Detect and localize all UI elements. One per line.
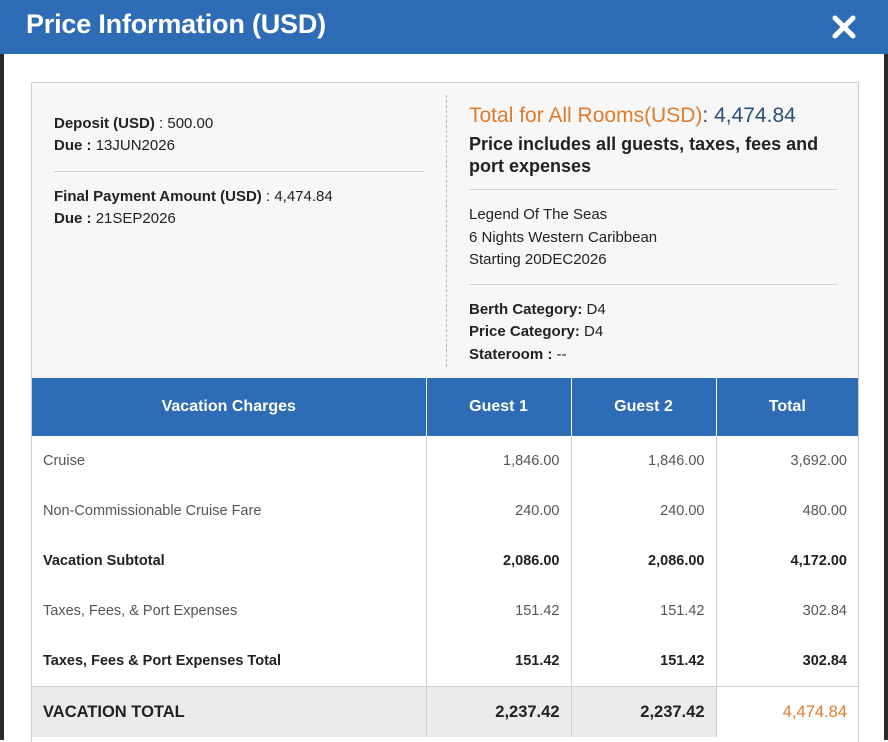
total-all-rooms-label: Total for All Rooms(USD)	[469, 104, 703, 127]
stateroom-value: --	[556, 345, 567, 363]
close-icon	[832, 15, 856, 39]
row-description: Non-Commissionable Cruise Fare	[32, 486, 427, 536]
stateroom-label: Stateroom :	[469, 345, 553, 363]
deposit-label: Deposit (USD)	[54, 115, 155, 132]
row-guest-1: 1,846.00	[426, 436, 572, 486]
table-row-subtotal: Vacation Subtotal 2,086.00 2,086.00 4,17…	[32, 536, 858, 586]
table-row: Taxes, Fees, & Port Expenses 151.42 151.…	[32, 586, 858, 636]
trip-divider-1	[469, 189, 837, 190]
sail-date: Starting 20DEC2026	[469, 251, 607, 268]
final-payment-label: Final Payment Amount (USD)	[54, 188, 262, 205]
table-row-vacation-total: VACATION TOTAL 2,237.42 2,237.42 4,474.8…	[32, 686, 858, 737]
table-row-taxes-total: Taxes, Fees & Port Expenses Total 151.42…	[32, 636, 858, 687]
final-due-value: 21SEP2026	[95, 210, 176, 227]
row-guest-2: 240.00	[571, 486, 717, 536]
row-description: Cruise	[32, 436, 427, 486]
trip-divider-2	[469, 283, 837, 285]
grand-total: 4,474.84	[716, 686, 858, 737]
category-details: Berth Category: D4 Price Category: D4 St…	[469, 299, 839, 367]
table-row: Non-Commissionable Cruise Fare 240.00 24…	[32, 486, 858, 536]
dialog-edge-left	[0, 54, 4, 740]
grand-guest-1: 2,237.42	[426, 686, 572, 737]
row-guest-1: 240.00	[426, 486, 572, 536]
ship-name: Legend Of The Seas	[469, 206, 608, 223]
row-total: 302.84	[716, 636, 858, 687]
row-guest-2: 2,086.00	[571, 536, 717, 586]
final-payment-line: Final Payment Amount (USD) : 4,474.84	[54, 188, 333, 205]
dialog-title: Price Information (USD)	[26, 9, 326, 39]
summary-vertical-divider	[446, 95, 447, 367]
row-guest-2: 151.42	[571, 636, 717, 687]
row-description: Taxes, Fees, & Port Expenses	[32, 586, 427, 636]
row-description: Vacation Subtotal	[32, 536, 427, 586]
grand-guest-2: 2,237.42	[571, 686, 717, 737]
price-category-label: Price Category:	[469, 323, 580, 340]
final-due-label: Due	[54, 210, 83, 227]
itinerary-name: 6 Nights Western Caribbean	[469, 228, 658, 246]
price-category-value: D4	[584, 323, 604, 340]
row-guest-1: 151.42	[426, 586, 572, 636]
dialog-header: Price Information (USD)	[0, 0, 888, 54]
berth-category-value: D4	[586, 300, 606, 318]
col-header-vacation-charges: Vacation Charges	[32, 378, 427, 436]
final-payment-value: 4,474.84	[274, 188, 333, 205]
stateroom: Stateroom : --	[469, 344, 839, 367]
berth-category: Berth Category: D4	[469, 299, 839, 322]
final-due-line: Due : 21SEP2026	[54, 210, 176, 227]
row-guest-2: 151.42	[571, 586, 717, 636]
cruise-details: Legend Of The Seas 6 Nights Western Cari…	[469, 204, 839, 272]
total-all-rooms: Total for All Rooms(USD): 4,474.84	[469, 104, 796, 127]
row-description: Taxes, Fees & Port Expenses Total	[32, 636, 427, 687]
row-total: 3,692.00	[716, 436, 858, 486]
row-guest-2: 1,846.00	[571, 436, 717, 486]
price-category: Price Category: D4	[469, 321, 839, 344]
price-summary: Deposit (USD) : 500.00 Due : 13JUN2026 F…	[32, 83, 858, 378]
grand-description: VACATION TOTAL	[32, 686, 427, 737]
row-guest-1: 2,086.00	[426, 536, 572, 586]
payment-divider	[54, 171, 424, 172]
deposit-line: Deposit (USD) : 500.00	[54, 113, 424, 135]
deposit-due-label: Due	[54, 137, 83, 154]
row-total: 4,172.00	[716, 536, 858, 586]
deposit-due-value: 13JUN2026	[95, 137, 175, 154]
col-header-guest-2: Guest 2	[571, 378, 717, 436]
total-all-rooms-value: 4,474.84	[714, 104, 796, 127]
row-total: 480.00	[716, 486, 858, 536]
deposit-due-line: Due : 13JUN2026	[54, 137, 175, 154]
trip-summary: Total for All Rooms(USD): 4,474.84 Price…	[469, 101, 839, 366]
row-guest-1: 151.42	[426, 636, 572, 687]
dialog-edge-right	[884, 54, 888, 740]
row-total: 302.84	[716, 586, 858, 636]
table-header-row: Vacation Charges Guest 1 Guest 2 Total	[32, 378, 858, 436]
price-panel: Deposit (USD) : 500.00 Due : 13JUN2026 F…	[31, 82, 859, 742]
deposit-value: 500.00	[167, 115, 214, 132]
close-button[interactable]	[830, 13, 858, 41]
table-row: Cruise 1,846.00 1,846.00 3,692.00	[32, 436, 858, 486]
col-header-guest-1: Guest 1	[426, 378, 572, 436]
vacation-charges-table: Vacation Charges Guest 1 Guest 2 Total C…	[32, 378, 858, 737]
price-includes-note: Price includes all guests, taxes, fees a…	[469, 134, 819, 176]
payment-schedule: Deposit (USD) : 500.00 Due : 13JUN2026 F…	[54, 113, 424, 230]
berth-category-label: Berth Category:	[469, 300, 583, 318]
col-header-total: Total	[716, 378, 858, 436]
